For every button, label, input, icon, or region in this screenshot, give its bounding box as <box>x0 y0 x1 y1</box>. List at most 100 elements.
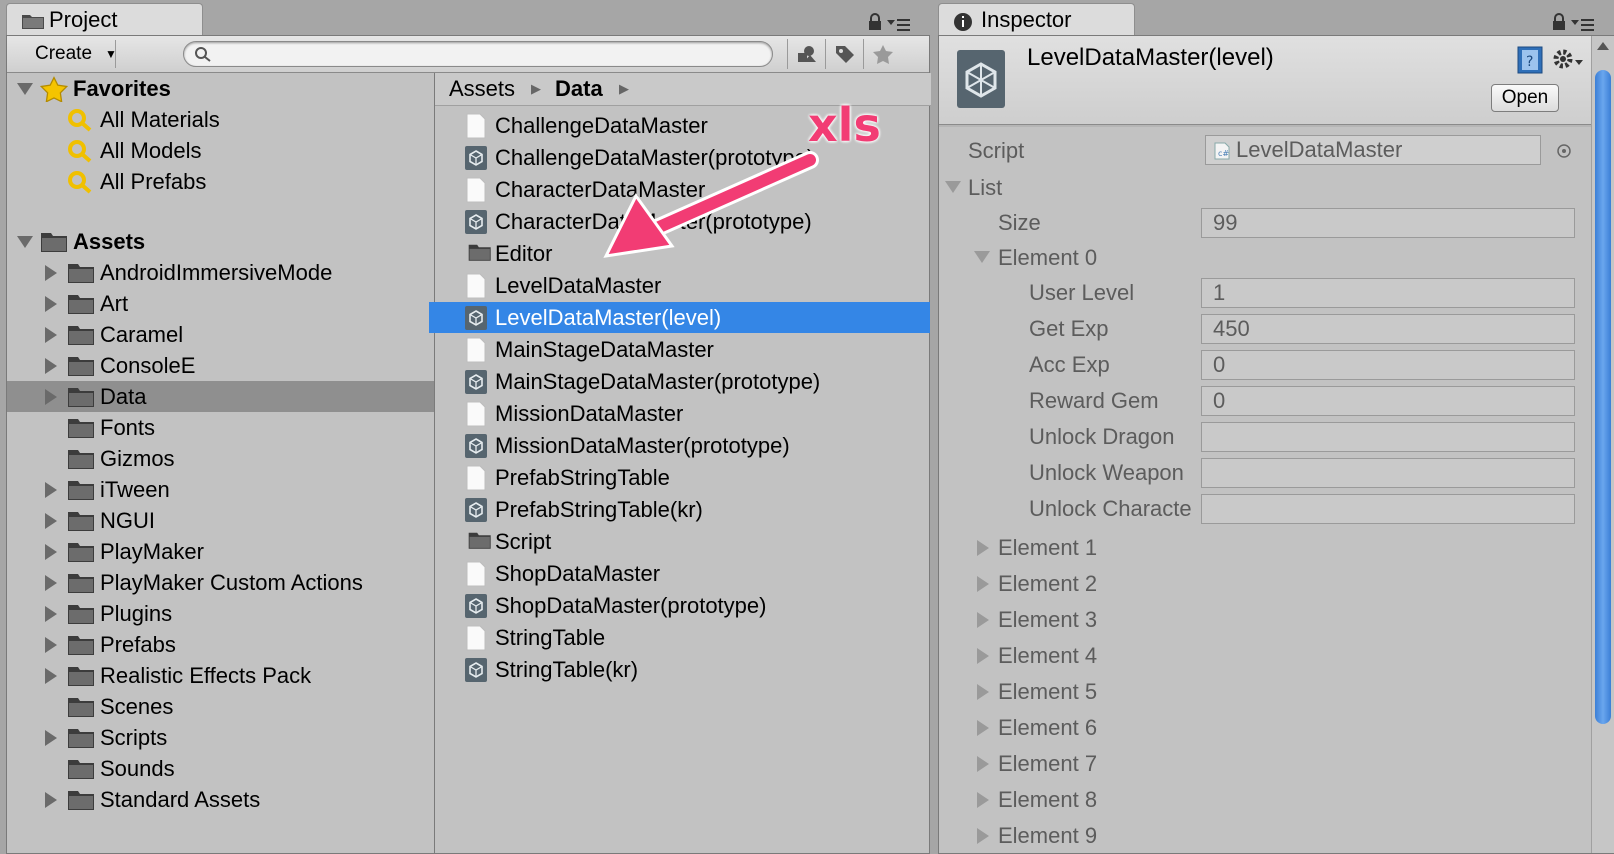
field-input[interactable]: 0 <box>1201 386 1575 416</box>
assets-header[interactable]: Assets <box>7 226 434 257</box>
favorite-item[interactable]: All Materials <box>7 104 434 135</box>
file-item[interactable]: LevelDataMaster <box>429 270 930 301</box>
list-label[interactable]: List <box>968 170 1002 205</box>
element-expand-arrow-icon[interactable] <box>977 648 989 664</box>
element-expand-arrow-icon[interactable] <box>977 756 989 772</box>
folder-item[interactable]: Fonts <box>7 412 434 443</box>
folder-item[interactable]: AndroidImmersiveMode <box>7 257 434 288</box>
expand-arrow-icon[interactable] <box>45 792 57 808</box>
expand-arrow-icon[interactable] <box>45 296 57 312</box>
element-expand-arrow-icon[interactable] <box>977 576 989 592</box>
expand-arrow-icon[interactable] <box>45 265 57 281</box>
script-field[interactable]: c# LevelDataMaster <box>1205 135 1541 165</box>
element-label[interactable]: Element 4 <box>998 638 1097 673</box>
expand-arrow-icon[interactable] <box>45 358 57 374</box>
project-tab[interactable]: Project <box>6 3 203 35</box>
folder-item[interactable]: Realistic Effects Pack <box>7 660 434 691</box>
expand-arrow-icon[interactable] <box>45 575 57 591</box>
element0-label[interactable]: Element 0 <box>998 240 1097 275</box>
expand-arrow-icon[interactable] <box>45 730 57 746</box>
element-expand-arrow-icon[interactable] <box>977 720 989 736</box>
expand-arrow-icon[interactable] <box>45 668 57 684</box>
file-item[interactable]: StringTable(kr) <box>429 654 930 685</box>
file-item[interactable]: PrefabStringTable <box>429 462 930 493</box>
element-expand-arrow-icon[interactable] <box>977 612 989 628</box>
element-label[interactable]: Element 9 <box>998 818 1097 853</box>
folder-item[interactable]: Prefabs <box>7 629 434 660</box>
list-expand-arrow-icon[interactable] <box>945 181 961 193</box>
lock-icon[interactable] <box>1552 13 1566 31</box>
element-expand-arrow-icon[interactable] <box>977 540 989 556</box>
open-button[interactable]: Open <box>1491 84 1559 112</box>
help-book-icon[interactable]: ? <box>1517 46 1543 74</box>
file-item[interactable]: MainStageDataMaster <box>429 334 930 365</box>
field-input[interactable]: 0 <box>1201 350 1575 380</box>
file-item[interactable]: Script <box>429 526 930 557</box>
filter-by-type-button[interactable] <box>787 39 824 69</box>
file-item[interactable]: PrefabStringTable(kr) <box>429 494 930 525</box>
element-label[interactable]: Element 5 <box>998 674 1097 709</box>
expand-arrow-icon[interactable] <box>45 544 57 560</box>
folder-item[interactable]: Plugins <box>7 598 434 629</box>
element-label[interactable]: Element 6 <box>998 710 1097 745</box>
panel-menu-icon[interactable] <box>887 18 911 32</box>
element-expand-arrow-icon[interactable] <box>977 792 989 808</box>
field-input[interactable] <box>1201 494 1575 524</box>
expand-arrow-icon[interactable] <box>45 389 57 405</box>
size-field[interactable]: 99 <box>1201 208 1575 238</box>
file-item[interactable]: ShopDataMaster(prototype) <box>429 590 930 621</box>
favorite-item[interactable]: All Prefabs <box>7 166 434 197</box>
element0-expand-arrow-icon[interactable] <box>974 251 990 263</box>
scrollbar-thumb[interactable] <box>1595 70 1611 724</box>
folder-item[interactable]: Sounds <box>7 753 434 784</box>
element-label[interactable]: Element 8 <box>998 782 1097 817</box>
favorite-item[interactable]: All Models <box>7 135 434 166</box>
lock-icon[interactable] <box>868 13 882 31</box>
breadcrumb-data[interactable]: Data <box>555 73 603 105</box>
folder-item[interactable]: iTween <box>7 474 434 505</box>
folder-item[interactable]: Art <box>7 288 434 319</box>
folder-item[interactable]: Scenes <box>7 691 434 722</box>
create-button[interactable]: Create ▼ <box>19 40 117 68</box>
folder-item[interactable]: Data <box>7 381 434 412</box>
expand-arrow-icon[interactable] <box>45 513 57 529</box>
field-input[interactable] <box>1201 422 1575 452</box>
element-expand-arrow-icon[interactable] <box>977 684 989 700</box>
expand-arrow-icon[interactable] <box>17 236 33 248</box>
scrollbar-track[interactable] <box>1591 36 1614 853</box>
folder-item[interactable]: Caramel <box>7 319 434 350</box>
folder-item[interactable]: Standard Assets <box>7 784 434 815</box>
folder-item[interactable]: Scripts <box>7 722 434 753</box>
favorites-header[interactable]: Favorites <box>7 73 434 104</box>
field-input[interactable] <box>1201 458 1575 488</box>
expand-arrow-icon[interactable] <box>45 482 57 498</box>
folder-item[interactable]: Gizmos <box>7 443 434 474</box>
settings-gear-icon[interactable] <box>1551 46 1585 74</box>
file-item[interactable]: MainStageDataMaster(prototype) <box>429 366 930 397</box>
folder-item[interactable]: PlayMaker Custom Actions <box>7 567 434 598</box>
file-item[interactable]: MissionDataMaster(prototype) <box>429 430 930 461</box>
object-picker-icon[interactable] <box>1556 143 1572 159</box>
file-item[interactable]: ShopDataMaster <box>429 558 930 589</box>
inspector-tab[interactable]: Inspector <box>938 3 1135 35</box>
file-item[interactable]: StringTable <box>429 622 930 653</box>
file-item[interactable]: MissionDataMaster <box>429 398 930 429</box>
expand-arrow-icon[interactable] <box>45 637 57 653</box>
expand-arrow-icon[interactable] <box>45 327 57 343</box>
expand-arrow-icon[interactable] <box>45 606 57 622</box>
field-input[interactable]: 450 <box>1201 314 1575 344</box>
element-expand-arrow-icon[interactable] <box>977 828 989 844</box>
breadcrumb-assets[interactable]: Assets <box>449 73 515 105</box>
field-input[interactable]: 1 <box>1201 278 1575 308</box>
element-label[interactable]: Element 1 <box>998 530 1097 565</box>
element-label[interactable]: Element 2 <box>998 566 1097 601</box>
folder-item[interactable]: ConsoleE <box>7 350 434 381</box>
panel-menu-icon[interactable] <box>1571 18 1595 32</box>
expand-arrow-icon[interactable] <box>17 83 33 95</box>
scrollbar-up-arrow-icon[interactable] <box>1597 42 1609 50</box>
filter-by-label-button[interactable] <box>825 39 862 69</box>
element-label[interactable]: Element 3 <box>998 602 1097 637</box>
element-label[interactable]: Element 7 <box>998 746 1097 781</box>
folder-item[interactable]: PlayMaker <box>7 536 434 567</box>
favorites-button[interactable] <box>863 39 900 69</box>
